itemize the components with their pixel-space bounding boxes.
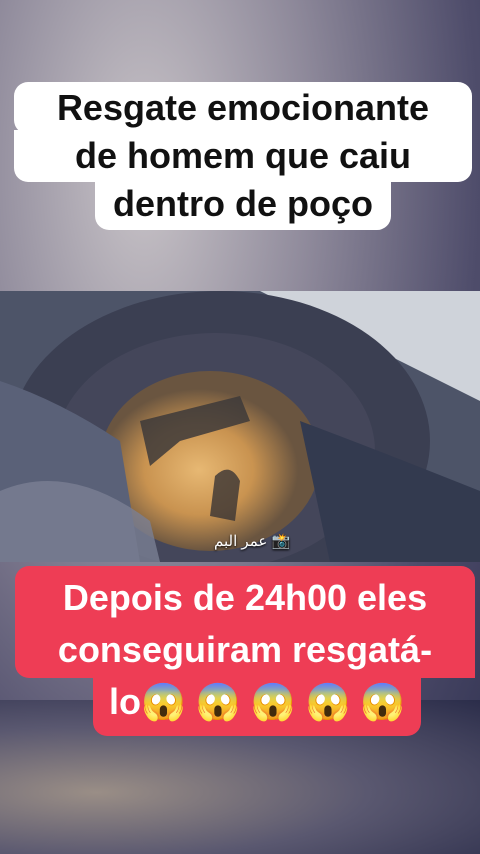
top-caption: Resgate emocionante de homem que caiu de… [14,82,472,230]
bottom-caption: Depois de 24h00 eles conseguiram resgatá… [15,566,475,736]
bottom-caption-line-2: conseguiram resgatá- [15,626,475,678]
bottom-caption-line-1: Depois de 24h00 eles [15,566,475,626]
well-scene-image [0,291,480,562]
video-frame[interactable] [0,291,480,562]
bottom-caption-line-3: lo😱 😱 😱 😱 😱 [93,678,422,736]
video-watermark: عمر البم 📸 [214,533,291,550]
top-caption-line-1: Resgate emocionante [14,82,472,134]
top-caption-line-2: de homem que caiu [14,130,472,182]
top-caption-line-3: dentro de poço [95,178,391,230]
